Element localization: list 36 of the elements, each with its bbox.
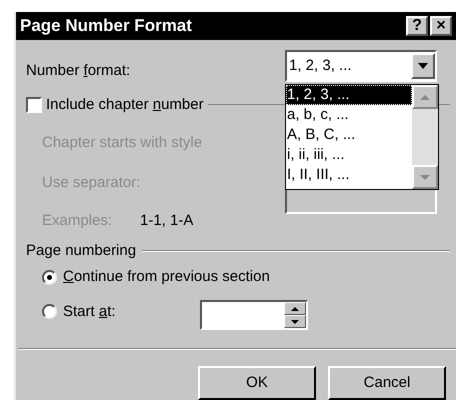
dropdown-option[interactable]: A, B, C, ... xyxy=(286,125,412,145)
caret-icon xyxy=(418,63,428,69)
down-arrow-icon xyxy=(420,174,430,180)
field-label: Chapter starts with style xyxy=(42,133,202,153)
field-label: Number format: xyxy=(26,61,130,81)
dropdown-option[interactable]: i, ii, iii, ... xyxy=(286,145,412,165)
radio-label[interactable]: Start at: xyxy=(63,300,116,323)
scrollbar[interactable] xyxy=(412,85,438,189)
title-bar-button[interactable]: × xyxy=(430,16,452,36)
dropdown-option[interactable]: 1, 2, 3, ... xyxy=(286,85,412,105)
dropdown-option[interactable]: a, b, c, ... xyxy=(286,105,412,125)
start-at-spinner[interactable] xyxy=(200,300,308,330)
down-arrow-icon xyxy=(291,320,299,324)
scroll-down-button[interactable] xyxy=(412,165,438,189)
dialog-button[interactable]: Cancel xyxy=(328,366,446,400)
example-value: 1-1, 1-A xyxy=(140,211,194,231)
radio-button[interactable] xyxy=(42,304,57,320)
title-bar-button[interactable]: ? xyxy=(406,16,428,36)
spin-up-button[interactable] xyxy=(284,302,306,315)
dialog-button[interactable]: OK xyxy=(198,366,316,400)
number-format-combo[interactable]: 1, 2, 3, ... xyxy=(285,50,437,82)
up-arrow-icon xyxy=(420,94,430,100)
checkbox-label[interactable]: Include chapter number xyxy=(46,94,204,116)
checkbox[interactable] xyxy=(26,97,42,114)
dropdown-option[interactable]: I, II, III, ... xyxy=(286,165,412,185)
scroll-up-button[interactable] xyxy=(412,85,438,109)
field-label: Use separator: xyxy=(42,173,140,193)
combo-value: 1, 2, 3, ... xyxy=(288,56,353,76)
field-label: Examples: xyxy=(42,211,112,231)
up-arrow-icon xyxy=(291,306,299,310)
dropdown-button[interactable] xyxy=(411,53,435,79)
window-title: Page Number Format xyxy=(20,15,192,38)
radio-label[interactable]: Continue from previous section xyxy=(63,266,270,288)
radio-button[interactable] xyxy=(42,270,57,285)
group-title: Page numbering xyxy=(26,241,136,261)
spin-down-button[interactable] xyxy=(284,315,306,328)
